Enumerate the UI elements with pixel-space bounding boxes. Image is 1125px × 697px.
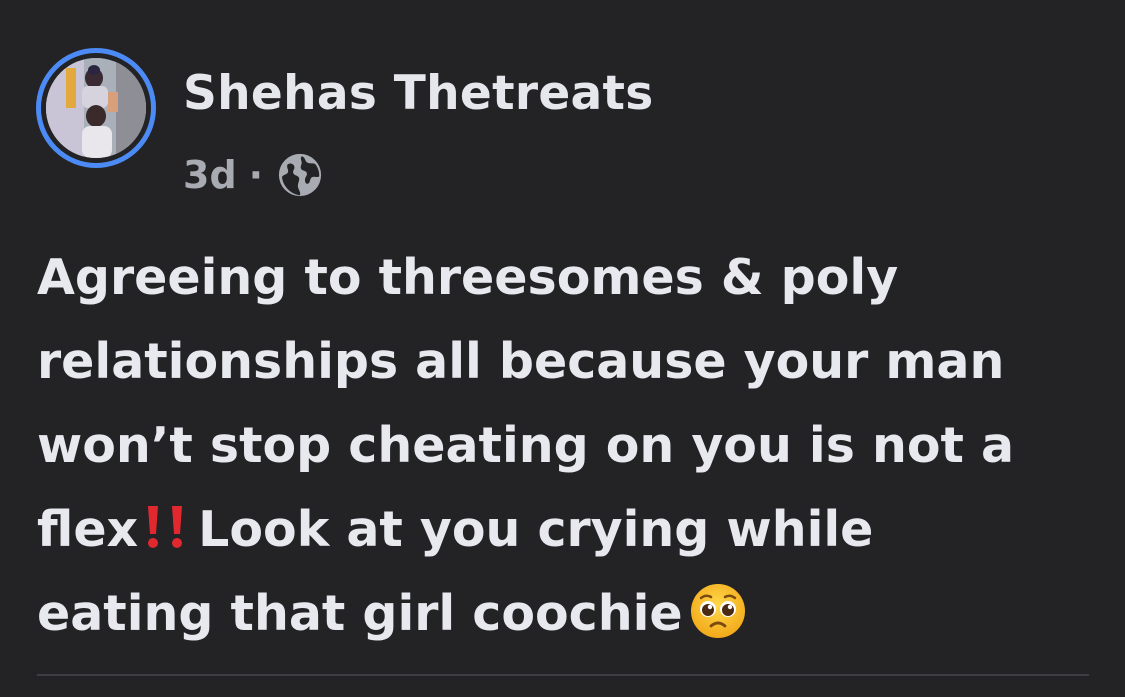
post-divider bbox=[37, 674, 1089, 676]
post-text-line: won’t stop cheating on you is not a bbox=[37, 417, 1015, 474]
globe-icon[interactable] bbox=[277, 152, 323, 198]
post-text-line-4: flex Look at you crying while bbox=[37, 488, 1097, 572]
post-timestamp[interactable]: 3d bbox=[183, 153, 237, 197]
post-meta: 3d · bbox=[183, 150, 323, 200]
avatar[interactable] bbox=[46, 58, 146, 158]
facebook-post: Shehas Thetreats 3d · Agreeing to threes… bbox=[0, 0, 1125, 697]
avatar-story-ring[interactable] bbox=[36, 48, 156, 168]
post-text-line: relationships all because your man bbox=[37, 333, 1005, 390]
post-text-line-6: eating that girl coochie bbox=[37, 572, 1097, 656]
post-body: Agreeing to threesomes & poly relationsh… bbox=[37, 236, 1097, 656]
post-text-segment: flex bbox=[37, 501, 139, 558]
post-text-line: Agreeing to threesomes & poly bbox=[37, 249, 899, 306]
meta-separator: · bbox=[248, 153, 264, 197]
author-name[interactable]: Shehas Thetreats bbox=[183, 66, 654, 121]
post-text-segment: Look at you crying while bbox=[198, 501, 874, 558]
post-text-segment: eating that girl coochie bbox=[37, 585, 683, 642]
avatar-photo bbox=[46, 58, 146, 158]
double-exclamation-icon bbox=[148, 506, 183, 548]
pleading-face-icon bbox=[690, 584, 745, 638]
